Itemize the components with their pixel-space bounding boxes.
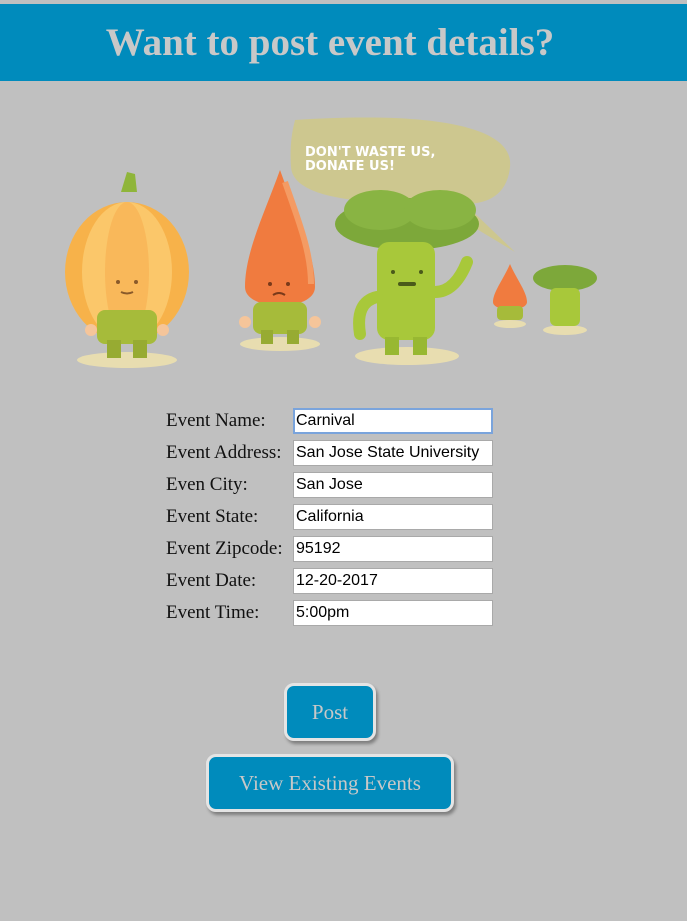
small-carrot-character bbox=[493, 264, 527, 328]
event-zipcode-input[interactable] bbox=[293, 536, 493, 562]
view-existing-events-button[interactable]: View Existing Events bbox=[206, 754, 454, 812]
event-name-input[interactable] bbox=[293, 408, 493, 434]
event-date-input[interactable] bbox=[293, 568, 493, 594]
carrot-character bbox=[239, 170, 321, 351]
onion-character bbox=[65, 172, 189, 368]
page-title: Want to post event details? bbox=[105, 21, 555, 64]
post-button[interactable]: Post bbox=[284, 683, 376, 741]
event-state-input[interactable] bbox=[293, 504, 493, 530]
vegetables-illustration: DON'T WASTE US, DONATE US! bbox=[65, 117, 597, 368]
event-city-input[interactable] bbox=[293, 472, 493, 498]
event-zipcode-label: Event Zipcode: bbox=[166, 538, 283, 559]
broccoli-character bbox=[335, 190, 479, 365]
speech-bubble-line2: DONATE US! bbox=[305, 159, 395, 174]
event-address-input[interactable] bbox=[293, 440, 493, 466]
event-date-label: Event Date: bbox=[166, 570, 257, 591]
event-time-label: Event Time: bbox=[166, 602, 260, 623]
speech-bubble-line1: DON'T WASTE US, bbox=[305, 145, 435, 160]
event-city-label: Even City: bbox=[166, 474, 248, 495]
page-header: Want to post event details? bbox=[0, 4, 687, 81]
event-state-label: Event State: bbox=[166, 506, 259, 527]
event-address-label: Event Address: bbox=[166, 442, 282, 463]
small-broccoli-character bbox=[533, 265, 597, 335]
event-time-input[interactable] bbox=[293, 600, 493, 626]
event-name-label: Event Name: bbox=[166, 410, 266, 431]
